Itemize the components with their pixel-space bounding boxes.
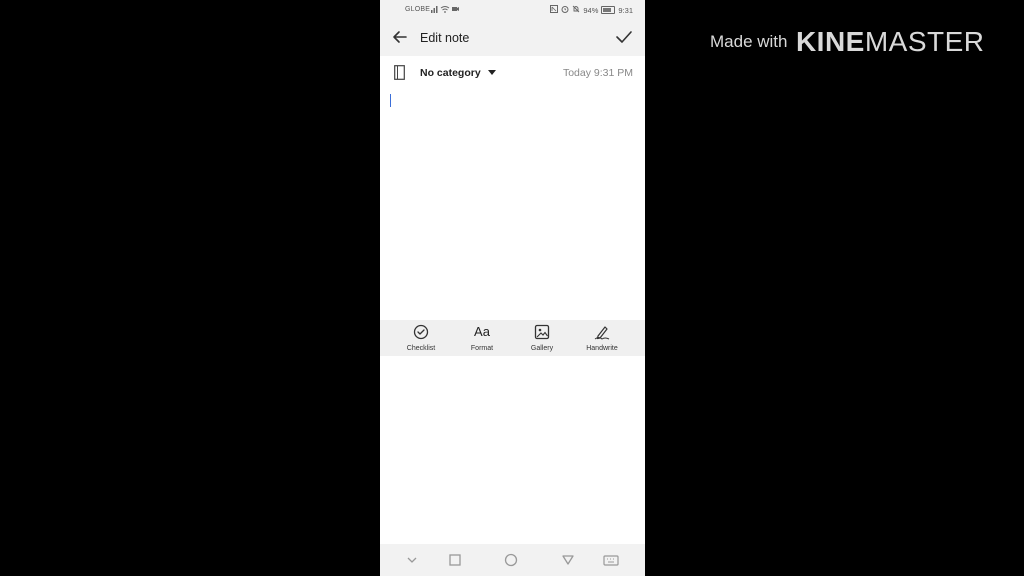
system-nav-bar xyxy=(380,544,645,576)
notebook-icon xyxy=(394,65,405,80)
chevron-down-icon[interactable] xyxy=(404,552,420,568)
battery-percent: 94% xyxy=(583,5,599,15)
status-time: 9:31 xyxy=(618,5,633,15)
mute-icon xyxy=(572,5,580,15)
format-button[interactable]: Aa Format xyxy=(452,320,512,356)
checklist-label: Checklist xyxy=(406,345,436,352)
caret-down-icon[interactable] xyxy=(488,70,496,75)
recents-icon[interactable] xyxy=(447,552,463,568)
category-row: No category Today 9:31 PM xyxy=(380,56,645,90)
alarm-icon xyxy=(561,5,569,15)
watermark-prefix: Made with xyxy=(710,32,788,51)
gallery-label: Gallery xyxy=(530,345,554,352)
handwrite-icon xyxy=(594,326,610,340)
carrier-label: GLOBE xyxy=(405,6,431,13)
page-title: Edit note xyxy=(420,31,470,45)
home-icon[interactable] xyxy=(503,552,519,568)
checklist-button[interactable]: Checklist xyxy=(391,320,451,356)
gallery-icon xyxy=(534,324,550,340)
phone-screen: GLOBE 94% 9:31 Edit note No category Tod… xyxy=(380,0,645,576)
battery-icon xyxy=(601,6,616,14)
watermark-brand-regular: MASTER xyxy=(864,26,985,57)
note-date: Today 9:31 PM xyxy=(562,67,633,79)
status-bar: GLOBE 94% 9:31 xyxy=(380,0,645,20)
signal-wifi-icon xyxy=(431,5,459,15)
format-icon: Aa xyxy=(474,324,490,339)
app-bar: Edit note xyxy=(380,20,645,56)
gallery-button[interactable]: Gallery xyxy=(512,320,572,356)
editor-toolbar: Checklist Aa Format Gallery Handwrite xyxy=(380,320,645,356)
text-cursor[interactable] xyxy=(390,94,391,107)
handwrite-label: Handwrite xyxy=(586,345,618,352)
keyboard-icon[interactable] xyxy=(603,552,619,568)
save-check-icon[interactable] xyxy=(615,29,633,45)
status-right: 94% 9:31 xyxy=(550,5,633,15)
back-triangle-icon[interactable] xyxy=(560,552,576,568)
checklist-icon xyxy=(413,324,429,340)
handwrite-button[interactable]: Handwrite xyxy=(572,320,632,356)
back-arrow-icon[interactable] xyxy=(392,29,408,45)
nfc-icon xyxy=(550,5,559,15)
watermark-brand-bold: KINE xyxy=(795,26,865,57)
category-dropdown[interactable]: No category xyxy=(420,67,481,79)
format-label: Format xyxy=(470,345,494,352)
kinemaster-watermark: Made with KINEMASTER xyxy=(710,26,985,58)
